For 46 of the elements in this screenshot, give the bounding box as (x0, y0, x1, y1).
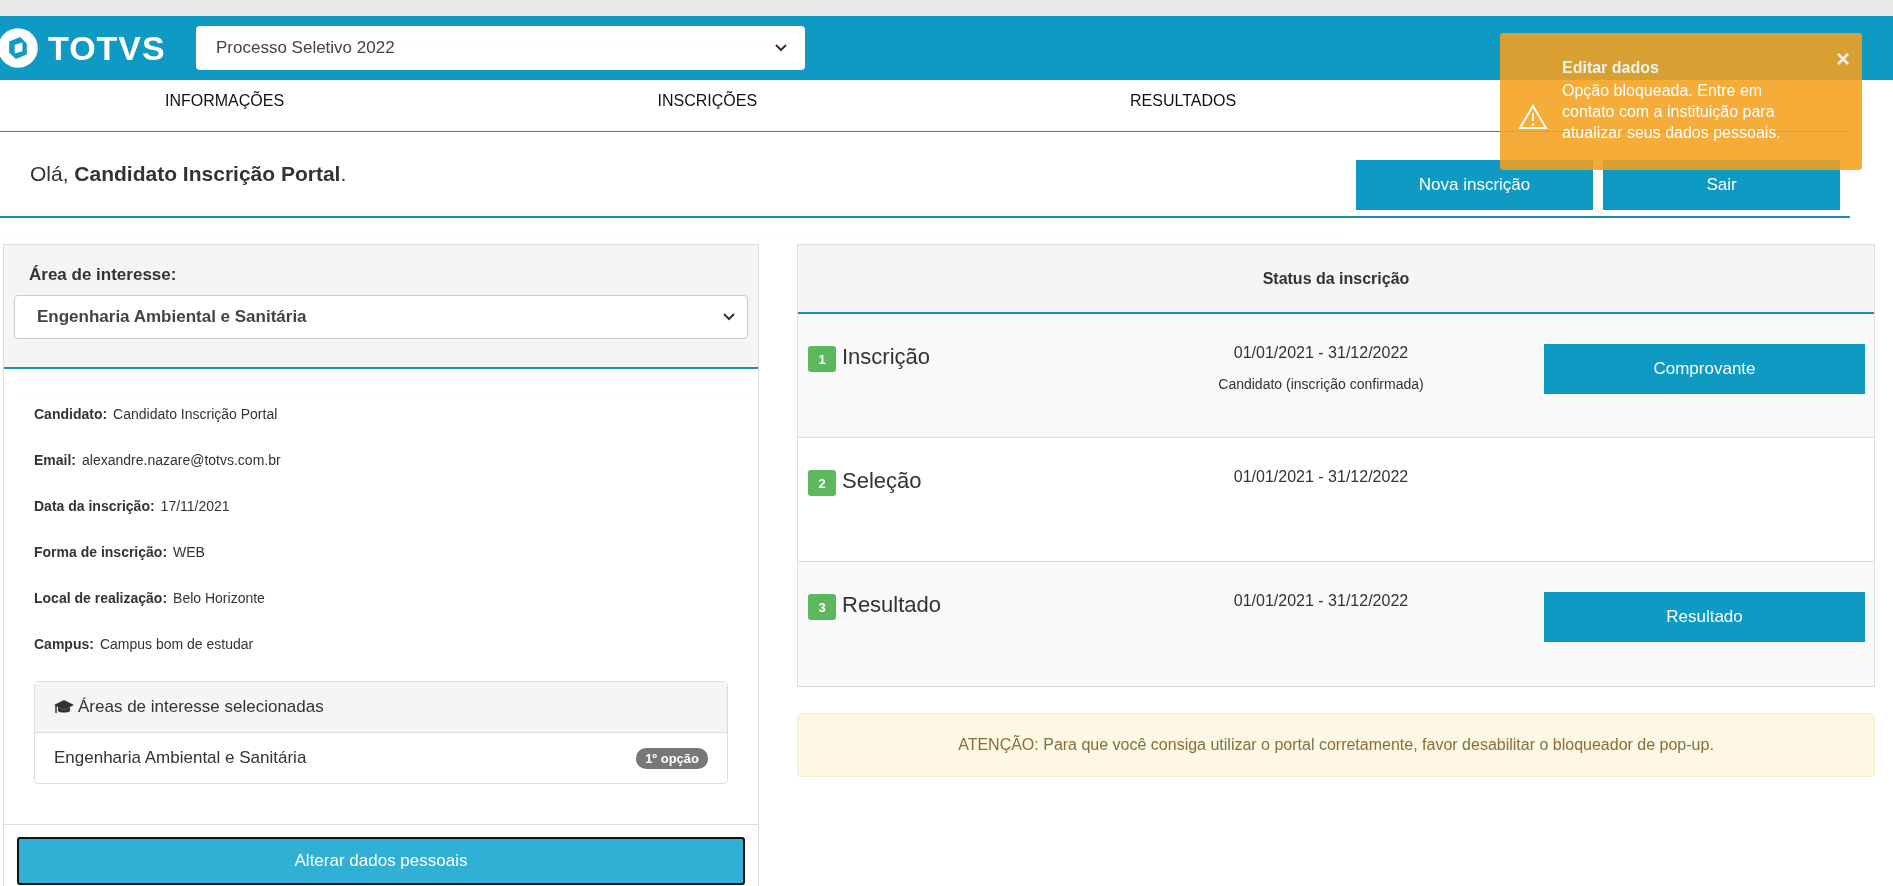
step-number-badge: 3 (808, 594, 836, 620)
field-label: Data da inscrição: (34, 498, 155, 514)
field-value: Candidato Inscrição Portal (113, 406, 278, 422)
chevron-down-icon (723, 313, 735, 321)
date-range: 01/01/2021 - 31/12/2022 (1233, 592, 1409, 610)
field-value: alexandre.nazare@totvs.com.br (82, 452, 281, 468)
area-name: Engenharia Ambiental e Sanitária (54, 748, 307, 768)
nav-link[interactable]: RESULTADOS (925, 80, 1388, 131)
field-label: Email: (34, 452, 76, 468)
field-value: Belo Horizonte (173, 590, 265, 606)
nav-link[interactable]: INFORMAÇÕES (0, 80, 463, 131)
step-name: Inscrição (842, 344, 931, 370)
area-select[interactable]: Engenharia Ambiental e Sanitária (14, 295, 748, 339)
step-number-badge: 1 (808, 346, 836, 372)
date-range: 01/01/2021 - 31/12/2022 (1233, 468, 1409, 486)
graduation-cap-icon (54, 699, 74, 715)
nav-link[interactable]: INSCRIÇÕES (462, 80, 925, 131)
card-title: Áreas de interesse selecionadas (78, 697, 324, 717)
close-button[interactable]: × (1836, 45, 1850, 73)
area-label: Área de interesse: (28, 265, 178, 285)
option-badge: 1º opção (636, 747, 708, 769)
warning-icon (1518, 103, 1548, 130)
field-label: Candidato: (34, 406, 108, 422)
field-label: Local de realização: (34, 590, 168, 606)
step-name: Resultado (842, 592, 942, 618)
greeting-text: Olá, Candidato Inscrição Portal. (30, 162, 347, 186)
edit-personal-data-button[interactable]: Alterar dados pessoais (17, 837, 745, 885)
toast-title: Editar dados (1562, 59, 1660, 77)
popup-warning-alert: ATENÇÃO: Para que você consiga utilizar o portal corretamente, favor desabilitar o bloqueador de pop-up. (797, 713, 1875, 777)
field-label: Campus: (34, 636, 94, 652)
date-range: 01/01/2021 - 31/12/2022 (1233, 344, 1409, 362)
logo-text: TOTVS (48, 28, 166, 68)
field-value: Campus bom de estudar (99, 636, 254, 652)
panel-title: Status da inscrição (1262, 269, 1410, 288)
step-button[interactable]: Comprovante (1544, 344, 1865, 394)
step-name: Seleção (842, 468, 922, 494)
chevron-down-icon (775, 44, 787, 52)
process-select[interactable]: Processo Seletivo 2022 (196, 26, 805, 70)
field-value: WEB (173, 544, 205, 560)
toast-message: Opção bloqueada. Entre em contato com a instituição para atualizar seus dados pessoais. (1562, 81, 1782, 143)
field-value: 17/11/2021 (160, 498, 230, 514)
status-note: Candidato (inscrição confirmada) (1218, 376, 1424, 392)
action-button[interactable]: Nova inscrição (1356, 160, 1593, 210)
step-button[interactable]: Resultado (1544, 592, 1865, 642)
field-label: Forma de inscrição: (34, 544, 168, 560)
step-number-badge: 2 (808, 470, 836, 496)
